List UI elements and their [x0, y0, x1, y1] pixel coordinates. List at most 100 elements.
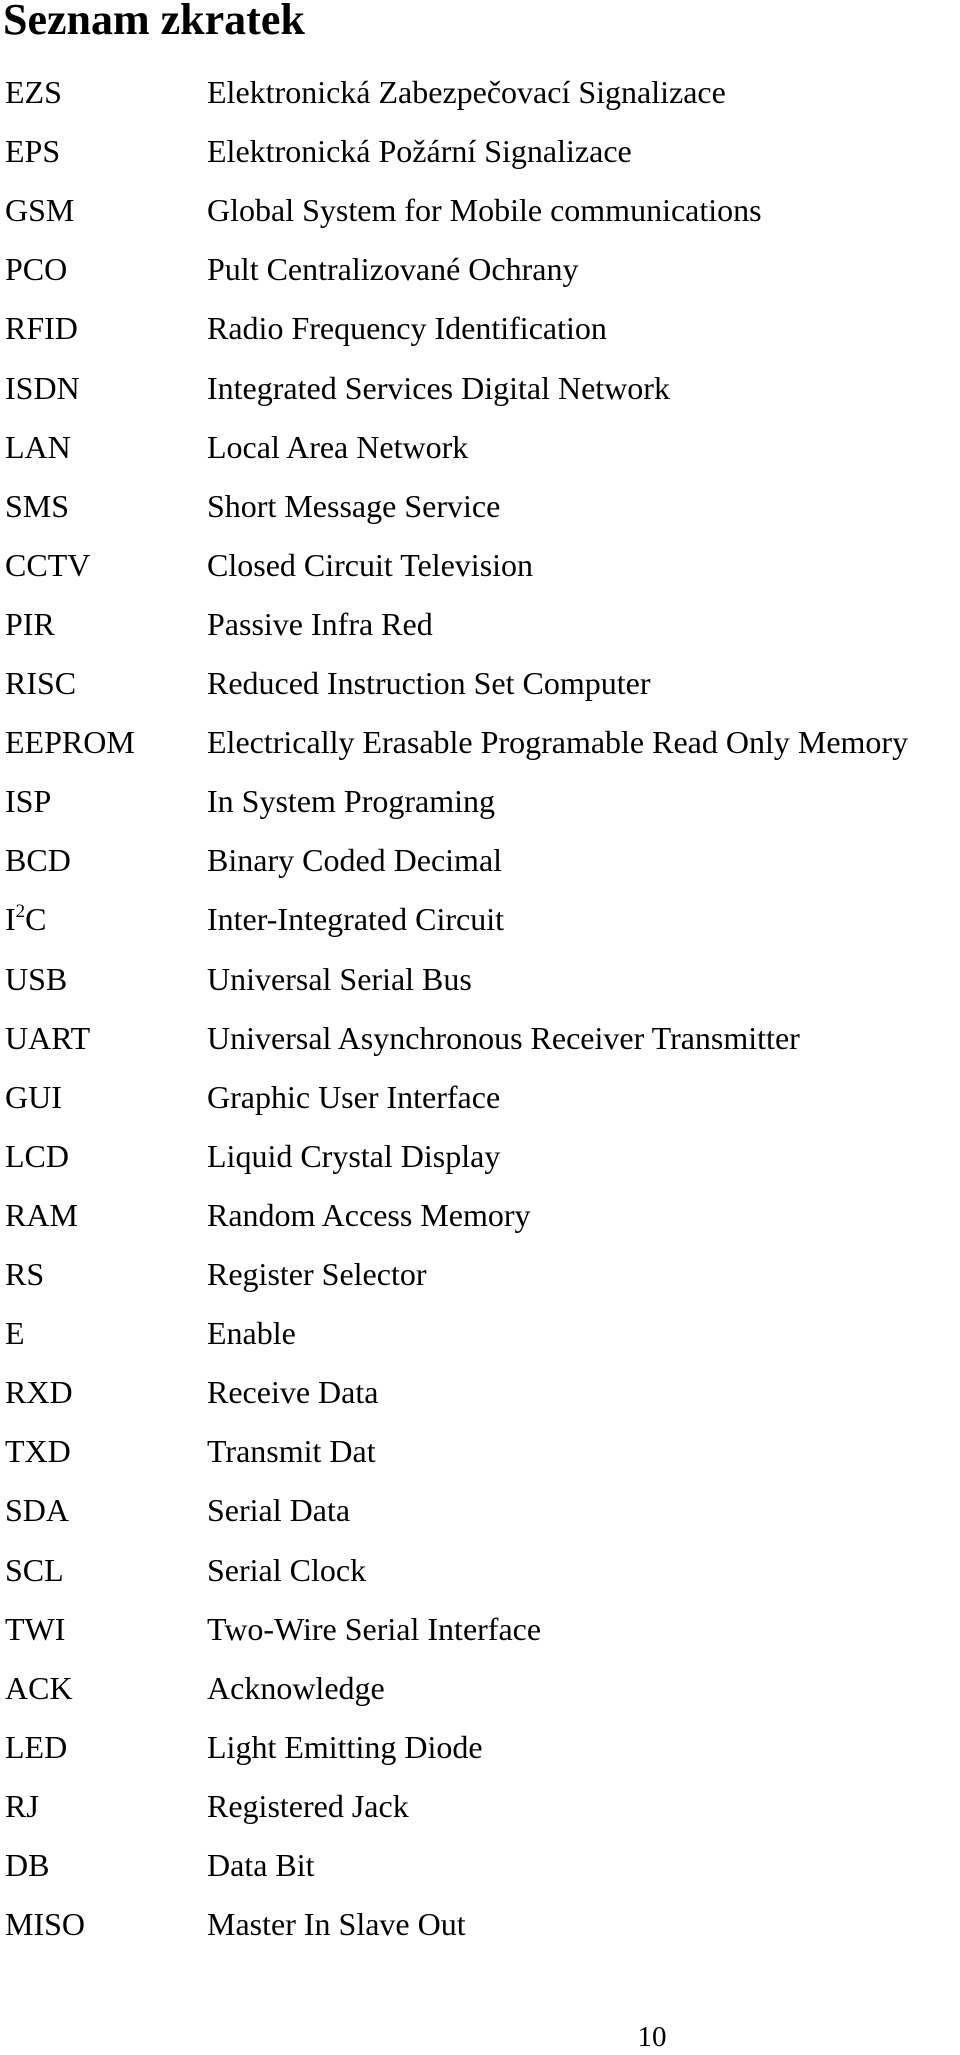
- abbreviation-row: MISO Master In Slave Out: [0, 1904, 960, 1944]
- abbreviation-definition: Elektronická Požární Signalizace: [207, 133, 632, 170]
- abbreviation-definition: Closed Circuit Television: [207, 546, 534, 583]
- abbreviation-definition: Transmit Dat: [207, 1433, 376, 1470]
- abbreviation-term: RXD: [5, 1374, 73, 1411]
- abbreviation-term: UART: [5, 1019, 91, 1056]
- abbreviation-row: CCTV Closed Circuit Television: [0, 545, 960, 585]
- abbreviation-row: ISP In System Programing: [0, 781, 960, 821]
- abbreviation-row: SMS Short Message Service: [0, 486, 960, 526]
- abbreviation-row: RS Register Selector: [0, 1254, 960, 1294]
- abbreviation-term: RJ: [5, 1787, 39, 1824]
- abbreviation-term: RFID: [5, 310, 78, 347]
- abbreviation-row: RXD Receive Data: [0, 1372, 960, 1412]
- abbreviation-row: RJ Registered Jack: [0, 1786, 960, 1826]
- abbreviation-term: LED: [5, 1728, 68, 1765]
- abbreviation-definition: Random Access Memory: [207, 1196, 531, 1233]
- abbreviation-term: E: [5, 1315, 25, 1352]
- abbreviation-row: RFID Radio Frequency Identification: [0, 308, 960, 348]
- abbreviation-term: ACK: [5, 1669, 73, 1706]
- abbreviation-row: BCD Binary Coded Decimal: [0, 840, 960, 880]
- abbreviation-definition: Register Selector: [207, 1256, 427, 1292]
- abbreviation-definition: Integrated Services Digital Network: [207, 369, 670, 406]
- abbreviation-row: LAN Local Area Network: [0, 427, 960, 467]
- abbreviation-row: RISC Reduced Instruction Set Computer: [0, 663, 960, 703]
- abbreviation-row: GUI Graphic User Interface: [0, 1077, 960, 1117]
- abbreviation-definition: Binary Coded Decimal: [207, 842, 503, 879]
- abbreviation-definition: Enable: [207, 1315, 296, 1352]
- abbreviation-term: EZS: [5, 74, 62, 110]
- abbreviation-row: LCD Liquid Crystal Display: [0, 1136, 960, 1176]
- abbreviation-definition: Two-Wire Serial Interface: [207, 1610, 542, 1647]
- abbreviation-term: LCD: [5, 1137, 69, 1174]
- abbreviation-row: E Enable: [0, 1313, 960, 1353]
- abbreviation-term: CCTV: [5, 546, 91, 583]
- abbreviation-definition: In System Programing: [207, 783, 495, 820]
- abbreviation-row: UART Universal Asynchronous Receiver Tran…: [0, 1018, 960, 1058]
- abbreviation-row: SDA Serial Data: [0, 1490, 960, 1530]
- abbreviation-term: TWI: [5, 1610, 66, 1647]
- abbreviation-row: ACK Acknowledge: [0, 1668, 960, 1708]
- abbreviation-row: LED Light Emitting Diode: [0, 1727, 960, 1767]
- abbreviation-definition: Liquid Crystal Display: [207, 1137, 501, 1174]
- abbreviation-row: SCL Serial Clock: [0, 1550, 960, 1590]
- abbreviation-definition: Elektronická Zabezpečovací Signalizace: [207, 74, 726, 110]
- abbreviation-definition: Receive Data: [207, 1374, 379, 1411]
- abbreviation-definition: Passive Infra Red: [207, 605, 433, 642]
- abbreviation-term: EEPROM: [5, 724, 135, 761]
- abbreviation-row: TWI Two-Wire Serial Interface: [0, 1609, 960, 1649]
- abbreviation-row: PCO Pult Centralizované Ochrany: [0, 249, 960, 289]
- abbreviation-term: LAN: [5, 428, 71, 465]
- abbreviation-row: DB Data Bit: [0, 1845, 960, 1885]
- abbreviation-term-suffix: C: [25, 901, 47, 938]
- abbreviation-term: RISC: [5, 665, 77, 701]
- abbreviation-definition: Serial Clock: [207, 1551, 367, 1588]
- abbreviation-row: GSM Global System for Mobile communicatio…: [0, 190, 960, 230]
- abbreviation-definition: Electrically Erasable Programable Read O…: [207, 724, 909, 761]
- abbreviation-term: ISP: [5, 783, 52, 820]
- abbreviation-term: DB: [5, 1847, 50, 1883]
- abbreviation-row: ISDN Integrated Services Digital Network: [0, 368, 960, 408]
- abbreviation-term: SDA: [5, 1492, 70, 1529]
- abbreviation-term: RAM: [5, 1196, 78, 1233]
- abbreviation-definition: Local Area Network: [207, 428, 469, 465]
- abbreviation-definition: Reduced Instruction Set Computer: [207, 665, 651, 701]
- abbreviation-term: MISO: [5, 1906, 86, 1943]
- abbreviation-definition: Serial Data: [207, 1492, 351, 1529]
- abbreviation-definition: Global System for Mobile communications: [207, 192, 762, 229]
- abbreviation-definition: Inter-Integrated Circuit: [207, 901, 504, 938]
- abbreviation-definition: Short Message Service: [207, 487, 501, 524]
- abbreviation-term: PCO: [5, 251, 68, 288]
- abbreviation-term: SCL: [5, 1551, 64, 1588]
- page-number: 10: [637, 2021, 667, 2053]
- abbreviation-row: EPS Elektronická Požární Signalizace: [0, 131, 960, 171]
- abbreviation-row: EZS Elektronická Zabezpečovací Signalizac…: [0, 72, 960, 112]
- abbreviation-definition: Graphic User Interface: [207, 1078, 501, 1115]
- abbreviation-list: EZS Elektronická Zabezpečovací Signalizac…: [0, 0, 960, 2000]
- abbreviation-definition: Pult Centralizované Ochrany: [207, 251, 579, 288]
- abbreviation-term: EPS: [5, 133, 61, 170]
- abbreviation-term: USB: [5, 960, 68, 997]
- abbreviation-term: RS: [5, 1256, 45, 1292]
- abbreviation-definition: Universal Serial Bus: [207, 960, 472, 997]
- abbreviation-row: TXD Transmit Dat: [0, 1431, 960, 1471]
- abbreviation-term: GSM: [5, 192, 75, 229]
- abbreviation-row: PIR Passive Infra Red: [0, 604, 960, 644]
- abbreviation-term: PIR: [5, 605, 55, 642]
- abbreviation-row: I2C Inter-Integrated Circuit: [0, 899, 960, 939]
- abbreviation-definition: Registered Jack: [207, 1787, 409, 1824]
- abbreviation-definition: Radio Frequency Identification: [207, 310, 607, 347]
- abbreviation-definition: Universal Asynchronous Receiver Transmit…: [207, 1019, 800, 1056]
- abbreviation-definition: Data Bit: [207, 1847, 315, 1883]
- abbreviation-row: USB Universal Serial Bus: [0, 959, 960, 999]
- abbreviation-definition: Acknowledge: [207, 1669, 385, 1706]
- abbreviation-row: RAM Random Access Memory: [0, 1195, 960, 1235]
- abbreviation-term: I2C: [5, 899, 47, 939]
- abbreviation-term-superscript: 2: [15, 900, 26, 922]
- abbreviation-definition: Master In Slave Out: [207, 1906, 466, 1943]
- abbreviation-term-base: I: [5, 901, 16, 938]
- abbreviation-term: TXD: [5, 1433, 71, 1470]
- abbreviation-term: ISDN: [5, 369, 80, 406]
- abbreviation-definition: Light Emitting Diode: [207, 1728, 483, 1765]
- abbreviation-term: GUI: [5, 1078, 62, 1115]
- abbreviation-term: SMS: [5, 487, 70, 524]
- abbreviation-term: BCD: [5, 842, 71, 879]
